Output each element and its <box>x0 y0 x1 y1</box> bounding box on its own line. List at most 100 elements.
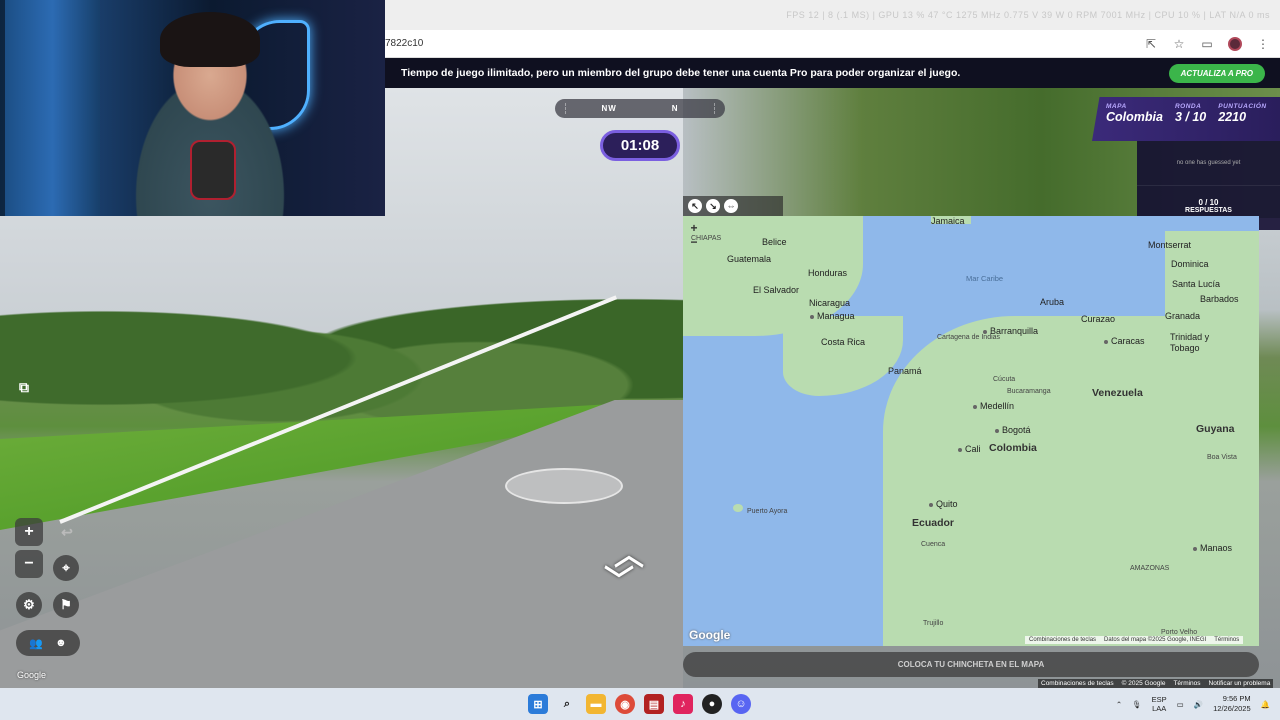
label-guyana: Guyana <box>1196 423 1235 435</box>
checkpoint-flag-icon[interactable]: ⚑ <box>53 592 79 618</box>
label-venezuela: Venezuela <box>1092 387 1143 399</box>
label-cartagena: Cartagena de Indias <box>937 334 1001 341</box>
map-pin-toggle-icon[interactable]: ⇔ <box>724 199 738 213</box>
streetview-cursor-ring[interactable] <box>505 468 623 504</box>
map-footer-shortcuts[interactable]: Combinaciones de teclas <box>1029 637 1096 643</box>
isthmus-land <box>783 316 903 396</box>
tray-chevron-icon[interactable]: ⌃ <box>1116 700 1122 709</box>
screen: ︿ ﹀ FPS 12 | 8 (.1 MS) | GPU 13 % 47 °C … <box>0 0 1280 720</box>
guess-count-label: RESPUESTAS <box>1185 207 1232 214</box>
zoom-out-button[interactable]: − <box>15 550 43 578</box>
tiktok-icon[interactable]: ♪ <box>673 694 693 714</box>
players-icon: 👥 <box>29 637 44 650</box>
media-app-icon[interactable]: ▤ <box>644 694 664 714</box>
settings-gear-icon[interactable]: ⚙ <box>16 592 42 618</box>
guess-map[interactable]: Jamaica CHIAPAS Belice Guatemala Hondura… <box>683 216 1259 646</box>
label-quito: Quito <box>929 499 958 509</box>
webcam-overlay <box>0 0 385 216</box>
label-bucaramanga: Bucaramanga <box>1007 388 1051 395</box>
windows-start-icon[interactable]: ⊞ <box>528 694 548 714</box>
label-manaos: Manaos <box>1193 543 1232 553</box>
label-managua: Managua <box>810 311 855 321</box>
round-label: RONDA <box>1174 103 1202 110</box>
obs-icon[interactable]: ● <box>702 694 722 714</box>
sv-footer-terms[interactable]: Términos <box>1173 680 1200 687</box>
notifications-icon[interactable]: 🔔 <box>1261 700 1270 709</box>
streetview-google-logo: Google <box>17 670 47 680</box>
clock-date: 12/26/2025 <box>1213 704 1251 713</box>
sv-footer-copyright: © 2025 Google <box>1121 680 1166 687</box>
label-amazonas: AMAZONAS <box>1130 565 1170 572</box>
compass: NW N <box>555 99 725 118</box>
map-zoom-out-icon[interactable]: − <box>688 236 700 248</box>
move-backward-arrow-icon[interactable]: ﹀ <box>604 556 634 600</box>
url-text[interactable]: 7822c10 <box>385 38 423 49</box>
streamer-hair <box>160 12 260 67</box>
report-icon[interactable]: ⧉ <box>12 375 36 399</box>
bookmark-star-icon[interactable]: ☆ <box>1172 37 1186 51</box>
map-attribution: Combinaciones de teclas Datos del mapa ©… <box>1025 636 1244 644</box>
install-app-icon[interactable]: ⇱ <box>1144 37 1158 51</box>
system-tray: ⌃ 🎙 ESP LAA ▭ 🔊 9:56 PM 12/26/2025 🔔 <box>1116 688 1280 720</box>
points-label: PUNTUACIÓN <box>1218 103 1267 110</box>
label-caracas: Caracas <box>1104 336 1145 346</box>
round-timer: 01:08 <box>600 130 680 161</box>
return-to-start-icon[interactable]: ⌖ <box>53 555 79 581</box>
place-pin-button[interactable]: COLOCA TU CHINCHETA EN EL MAPA <box>683 652 1259 677</box>
label-puerto-ayora: Puerto Ayora <box>747 508 788 515</box>
map-expand-icon[interactable]: ↖ <box>688 199 702 213</box>
party-players-button[interactable]: 👥 ☻ <box>16 630 80 656</box>
cast-icon[interactable]: ▭ <box>1200 37 1214 51</box>
browser-menu-icon[interactable]: ⋮ <box>1256 37 1270 51</box>
label-cucuta: Cúcuta <box>993 376 1016 383</box>
points-value: 2210 <box>1218 110 1247 124</box>
language-indicator[interactable]: ESP LAA <box>1152 695 1167 713</box>
discord-icon[interactable]: ☺ <box>731 694 751 714</box>
no-guesses-text: no one has guessed yet <box>1137 160 1280 186</box>
file-explorer-icon[interactable]: ▬ <box>586 694 606 714</box>
sv-footer-report[interactable]: Notificar un problema <box>1209 680 1271 687</box>
map-zoom-in-icon[interactable]: + <box>688 222 700 234</box>
undo-icon[interactable]: ↩ <box>55 520 79 544</box>
label-guatemala: Guatemala <box>727 254 772 264</box>
chrome-icon[interactable]: ◉ <box>615 694 635 714</box>
map-shrink-icon[interactable]: ↘ <box>706 199 720 213</box>
label-montserrat: Montserrat <box>1148 240 1192 250</box>
tree-line <box>0 250 683 430</box>
address-bar[interactable]: 7822c10 ⇱ ☆ ▭ ⋮ <box>385 30 1280 58</box>
volume-icon[interactable]: 🔊 <box>1194 700 1203 709</box>
map-footer-data: Datos del mapa ©2025 Google, INEGI <box>1104 637 1207 643</box>
sv-footer-shortcuts[interactable]: Combinaciones de teclas <box>1041 680 1114 687</box>
upgrade-pro-button[interactable]: ACTUALIZA A PRO <box>1168 63 1265 83</box>
map-google-logo: Google <box>689 628 731 642</box>
microphone-icon[interactable]: 🎙 <box>1132 700 1142 709</box>
label-mar-caribe: Mar Caribe <box>966 274 1004 283</box>
webcam-door <box>5 0 100 216</box>
streetview-attribution: Combinaciones de teclas © 2025 Google Té… <box>1038 679 1274 688</box>
label-aruba: Aruba <box>1040 297 1065 307</box>
network-icon[interactable]: ▭ <box>1177 700 1184 709</box>
map-value: Colombia <box>1106 110 1163 124</box>
clock-time: 9:56 PM <box>1222 694 1251 703</box>
points-stat: PUNTUACIÓN 2210 <box>1218 103 1266 141</box>
clock[interactable]: 9:56 PM 12/26/2025 <box>1213 694 1251 714</box>
taskbar: ⊞ ⌕ ▬ ◉ ▤ ♪ ● ☺ ⌃ 🎙 ESP LAA ▭ 🔊 9:56 PM … <box>0 688 1280 720</box>
label-ecuador: Ecuador <box>912 517 955 529</box>
guess-count: 0 / 10 <box>1198 198 1219 207</box>
label-trinidad: Trinidad y Tobago <box>1170 332 1210 353</box>
compass-ticks <box>565 103 715 114</box>
label-dominica: Dominica <box>1171 259 1209 269</box>
label-bogota: Bogotá <box>995 425 1031 435</box>
map-footer-terms[interactable]: Términos <box>1214 637 1239 643</box>
map-stat: MAPA Colombia <box>1106 103 1163 141</box>
zoom-in-button[interactable]: + <box>15 518 43 546</box>
label-panama: Panamá <box>888 366 922 376</box>
label-santa-lucia: Santa Lucía <box>1172 279 1221 289</box>
label-boa-vista: Boa Vista <box>1207 454 1237 461</box>
score-panel: MAPA Colombia RONDA 3 / 10 PUNTUACIÓN 22… <box>1092 97 1280 141</box>
label-granada: Granada <box>1165 311 1201 321</box>
profile-avatar[interactable] <box>1228 36 1242 51</box>
language-bottom: LAA <box>1152 704 1167 713</box>
round-stat: RONDA 3 / 10 <box>1175 103 1206 141</box>
search-icon[interactable]: ⌕ <box>557 694 577 714</box>
